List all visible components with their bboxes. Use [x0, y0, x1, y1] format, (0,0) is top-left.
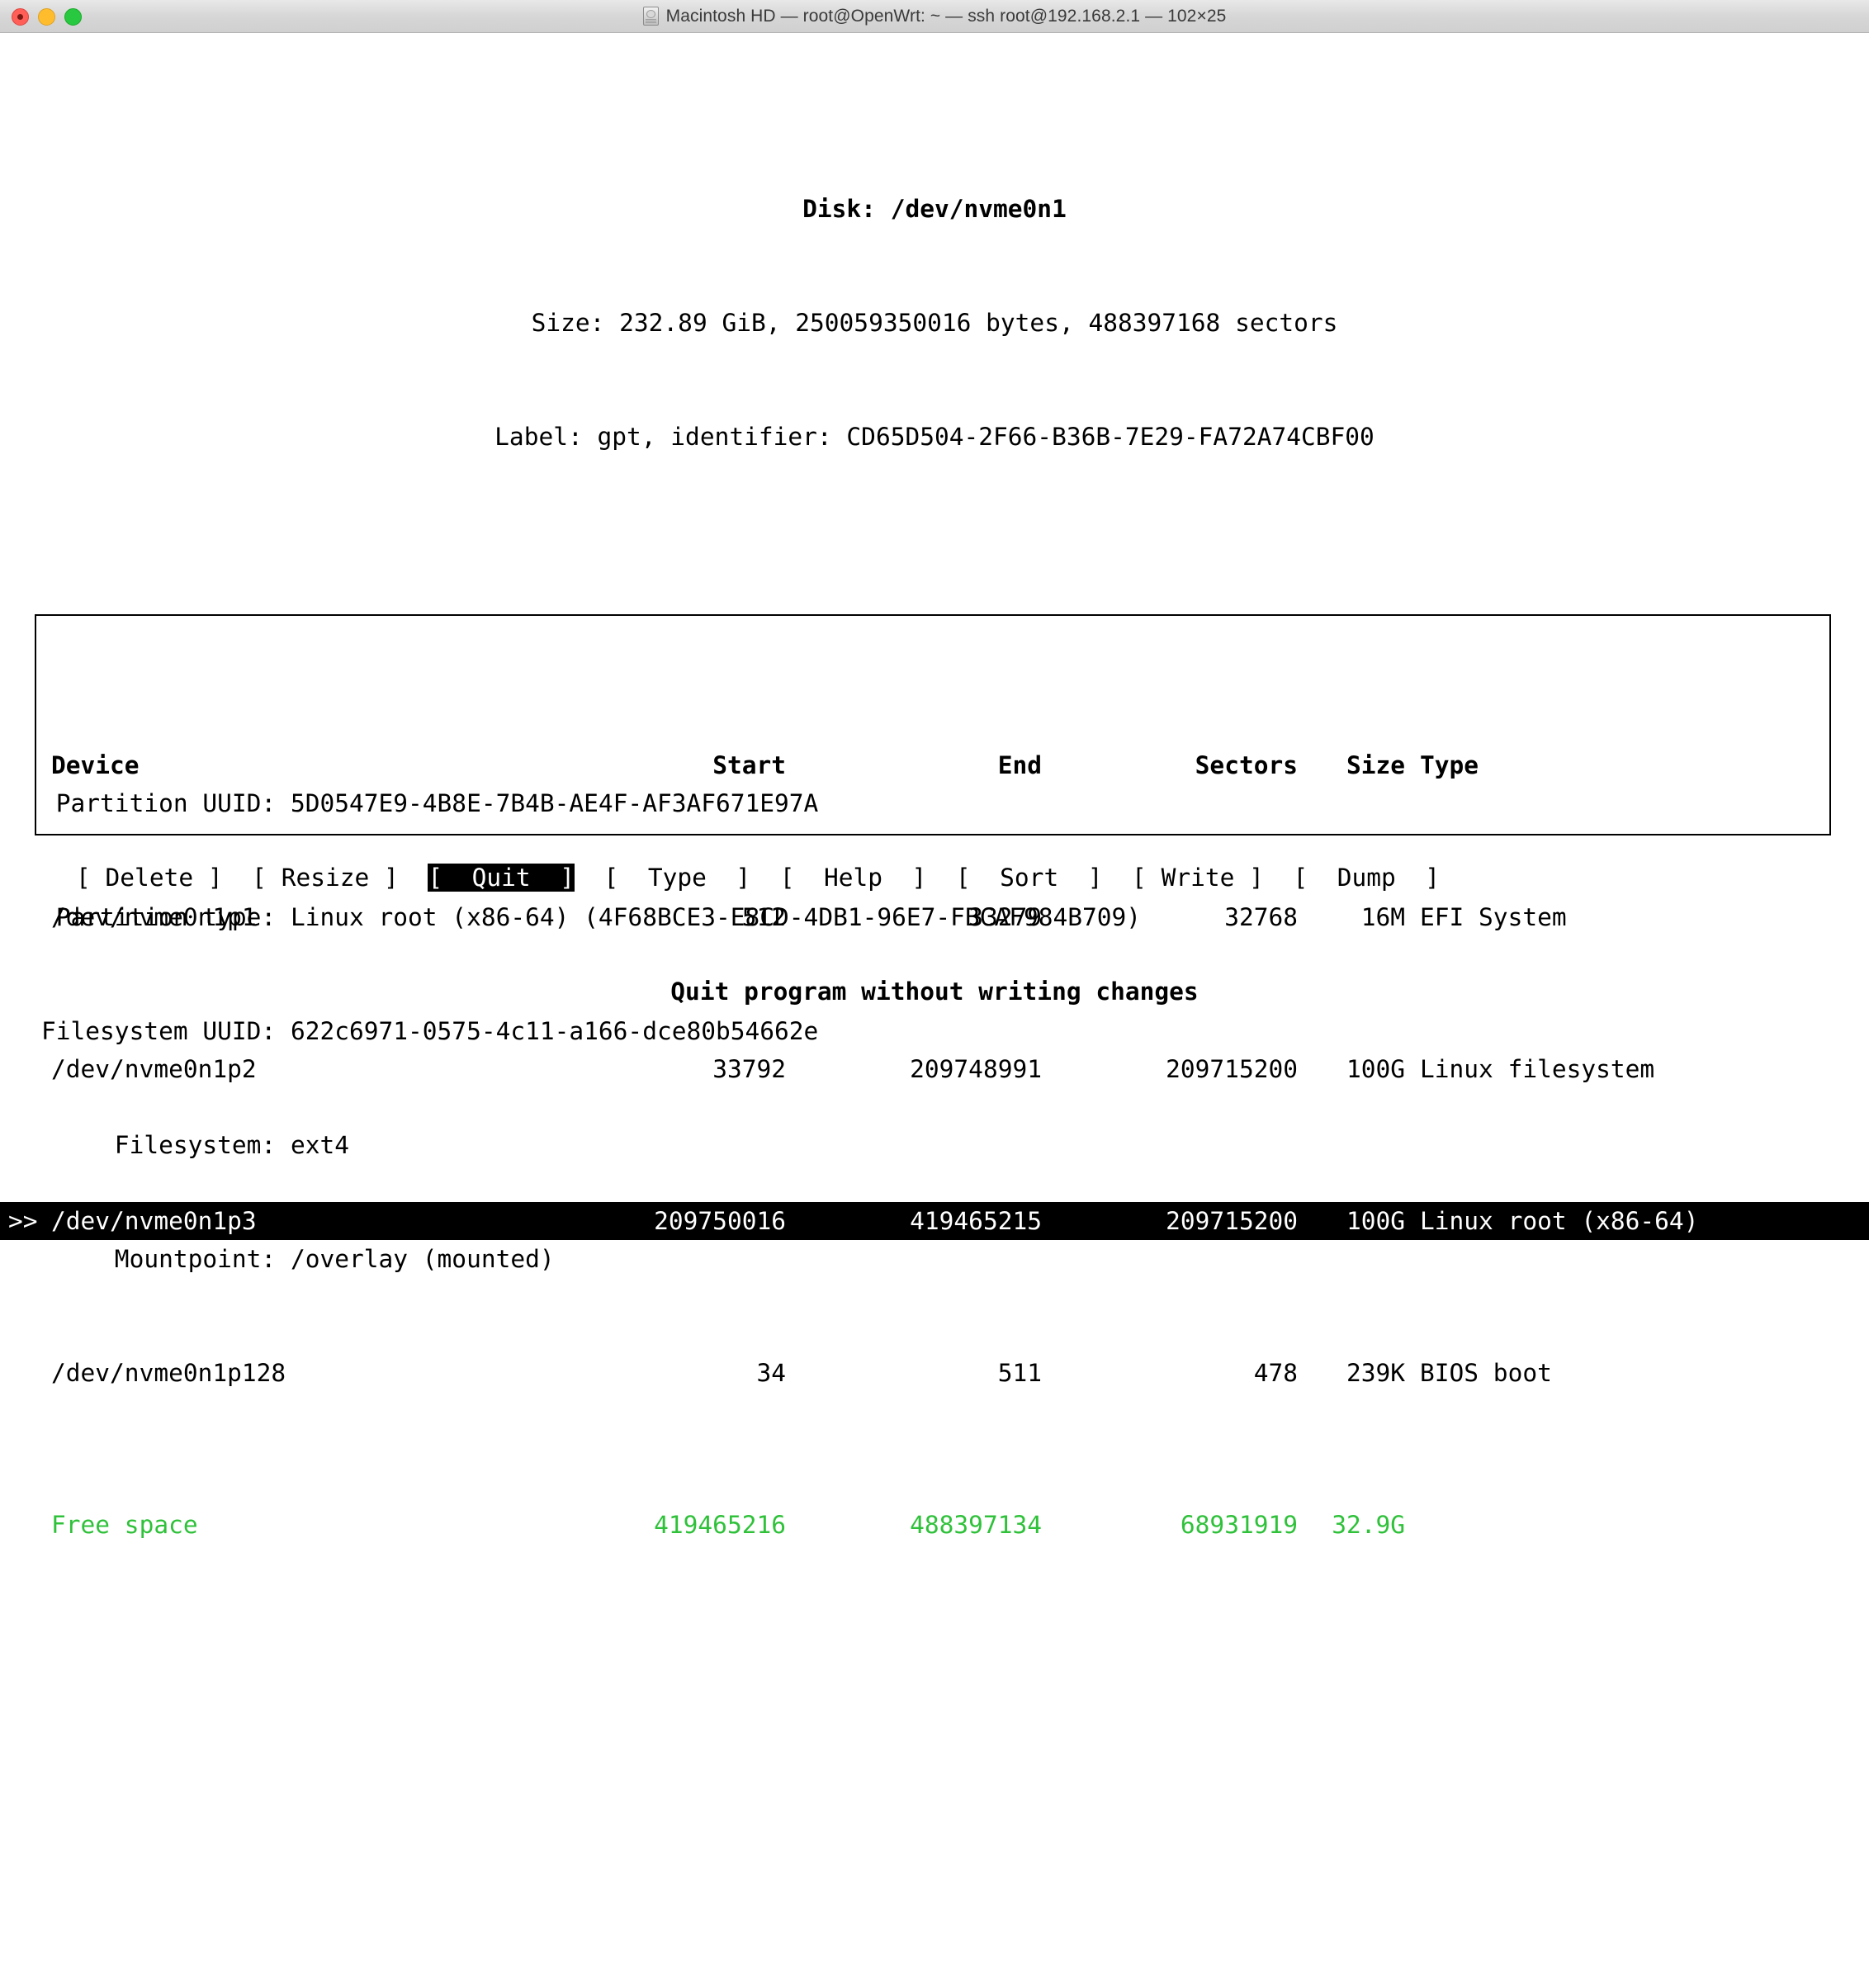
window-titlebar: Macintosh HD — root@OpenWrt: ~ — ssh roo…: [0, 0, 1869, 33]
menu-item-write[interactable]: [ Write ]: [1132, 864, 1264, 892]
cell-end: 511: [997, 1359, 1042, 1387]
detail-line-filesystem-uuid: Filesystem UUID: 622c6971-0575-4c11-a166…: [36, 1012, 1829, 1050]
detail-value: Linux root (x86-64) (4F68BCE3-E8CD-4DB1-…: [290, 903, 1142, 931]
cell-size: 239K: [1346, 1359, 1405, 1387]
menu-item-help[interactable]: [ Help ]: [780, 864, 927, 892]
traffic-light-group: [12, 0, 82, 33]
menu-item-sort[interactable]: [ Sort ]: [956, 864, 1103, 892]
close-window-button[interactable]: [12, 7, 29, 26]
cell-device: /dev/nvme0n1p128: [51, 1359, 286, 1387]
cfdisk-menu-bar: [ Delete ] [ Resize ] [ Quit ] [ Type ] …: [0, 859, 1869, 897]
detail-value: 5D0547E9-4B8E-7B4B-AE4F-AF3AF671E97A: [290, 789, 819, 817]
status-hint: Quit program without writing changes: [670, 977, 1199, 1006]
menu-item-type[interactable]: [ Type ]: [604, 864, 751, 892]
detail-value: 622c6971-0575-4c11-a166-dce80b54662e: [290, 1017, 819, 1045]
menu-item-label: Help: [823, 864, 883, 892]
menu-item-delete[interactable]: [ Delete ]: [76, 864, 223, 892]
minimize-window-button[interactable]: [38, 7, 55, 26]
detail-label: Mountpoint:: [41, 1245, 277, 1273]
menu-item-label: Delete: [105, 864, 194, 892]
table-row[interactable]: /dev/nvme0n1p128 34 511 478 239K BIOS bo…: [0, 1354, 1869, 1392]
menu-item-label: Sort: [1000, 864, 1059, 892]
menu-item-label: Quit: [471, 864, 531, 892]
detail-label: Partition UUID:: [41, 789, 277, 817]
cell-start: 34: [756, 1359, 786, 1387]
menu-item-label: Write: [1161, 864, 1235, 892]
table-row-free-space[interactable]: Free space 419465216 488397134 68931919 …: [0, 1506, 1869, 1544]
cell-sectors: 68931919: [1180, 1511, 1298, 1539]
cell-start: 419465216: [654, 1511, 786, 1539]
menu-item-resize[interactable]: [ Resize ]: [252, 864, 399, 892]
detail-label: Filesystem UUID:: [41, 1017, 277, 1045]
cell-size: 32.9G: [1332, 1511, 1405, 1539]
detail-label: Filesystem:: [41, 1131, 277, 1159]
hard-disk-icon: [642, 7, 659, 26]
menu-item-label: Resize: [281, 864, 370, 892]
menu-item-label: Dump: [1337, 864, 1396, 892]
menu-item-label: Type: [647, 864, 707, 892]
detail-line-mountpoint: Mountpoint: /overlay (mounted): [36, 1240, 1829, 1278]
detail-line-partition-type: Partition type: Linux root (x86-64) (4F6…: [36, 898, 1829, 936]
window-title-group: Macintosh HD — root@OpenWrt: ~ — ssh roo…: [642, 6, 1227, 26]
detail-label: Partition type:: [41, 903, 277, 931]
menu-item-dump[interactable]: [ Dump ]: [1293, 864, 1440, 892]
detail-line-filesystem: Filesystem: ext4: [36, 1126, 1829, 1164]
cell-sectors: 478: [1253, 1359, 1298, 1387]
window-title-text: Macintosh HD — root@OpenWrt: ~ — ssh roo…: [665, 6, 1227, 26]
detail-value: ext4: [290, 1131, 349, 1159]
cell-device: Free space: [51, 1511, 198, 1539]
detail-value: /overlay (mounted): [290, 1245, 555, 1273]
disk-size-line: Size: 232.89 GiB, 250059350016 bytes, 48…: [531, 309, 1338, 337]
terminal-screen[interactable]: Disk: /dev/nvme0n1 Size: 232.89 GiB, 250…: [0, 33, 1869, 1539]
maximize-window-button[interactable]: [64, 7, 82, 26]
detail-line-partition-uuid: Partition UUID: 5D0547E9-4B8E-7B4B-AE4F-…: [36, 784, 1829, 822]
cell-end: 488397134: [910, 1511, 1042, 1539]
cell-type: BIOS boot: [1420, 1359, 1552, 1387]
menu-item-quit[interactable]: [ Quit ]: [428, 864, 575, 892]
partition-detail-box: Partition UUID: 5D0547E9-4B8E-7B4B-AE4F-…: [35, 614, 1831, 1273]
disk-heading: Disk: /dev/nvme0n1: [802, 195, 1067, 223]
disk-label-line: Label: gpt, identifier: CD65D504-2F66-B3…: [494, 423, 1375, 451]
